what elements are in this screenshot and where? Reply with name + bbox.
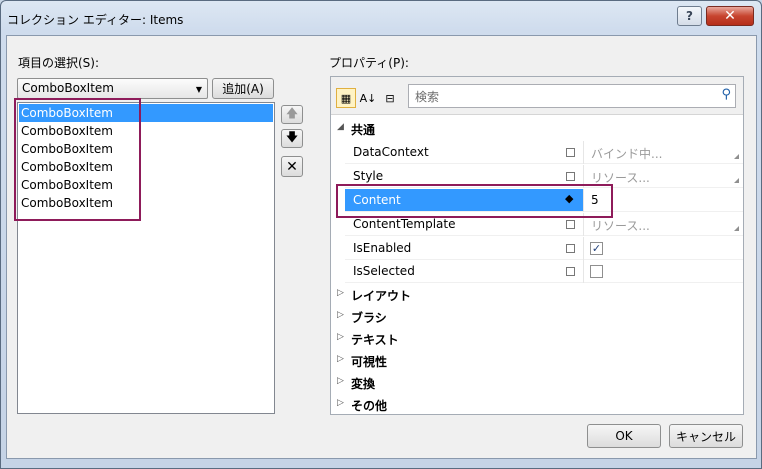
collapse-triangle-icon: ◢ <box>337 122 344 132</box>
value-corner-icon <box>734 178 739 183</box>
category-label: その他 <box>351 399 388 413</box>
property-name: ContentTemplate <box>353 217 456 231</box>
add-button[interactable]: 追加(A) <box>212 78 274 99</box>
expand-triangle-icon: ▷ <box>337 398 344 408</box>
category-brush[interactable]: ▷ ブラシ <box>331 306 743 328</box>
property-search-input[interactable]: 検索 ⚲ <box>408 84 736 108</box>
expand-triangle-icon: ▷ <box>337 354 344 364</box>
property-marker-icon[interactable] <box>566 267 575 276</box>
property-marker-icon[interactable] <box>566 172 575 181</box>
sort-alpha-icon[interactable]: A↓ <box>358 88 378 108</box>
column-separator <box>583 260 584 283</box>
isselected-checkbox[interactable] <box>590 265 603 278</box>
column-separator <box>583 141 584 164</box>
property-value[interactable]: バインド中... <box>591 145 662 162</box>
category-label: 共通 <box>351 123 376 137</box>
property-row-datacontext[interactable]: DataContext バインド中... <box>345 141 743 164</box>
move-up-button[interactable]: 🡅 <box>281 105 303 124</box>
category-common[interactable]: ◢ 共通 <box>331 118 743 140</box>
category-label: レイアウト <box>351 289 412 303</box>
property-name: IsSelected <box>353 264 415 278</box>
column-separator <box>583 237 584 260</box>
category-other[interactable]: ▷ その他 <box>331 394 743 416</box>
window-title: コレクション エディター: Items <box>7 13 184 27</box>
category-label: 変換 <box>351 377 376 391</box>
sort-source-icon[interactable]: ⊟ <box>380 88 400 108</box>
category-visibility[interactable]: ▷ 可視性 <box>331 350 743 372</box>
property-marker-icon[interactable] <box>566 148 575 157</box>
arrow-up-icon: 🡅 <box>285 106 299 120</box>
property-name: DataContext <box>353 145 429 159</box>
expand-triangle-icon: ▷ <box>337 376 344 386</box>
highlight-box-items <box>14 98 141 221</box>
item-type-combobox[interactable]: ComboBoxItem ▼ <box>17 78 208 99</box>
category-label: ブラシ <box>351 311 387 325</box>
property-row-isenabled[interactable]: IsEnabled ✓ <box>345 237 743 260</box>
close-button[interactable]: ✕ <box>706 6 754 26</box>
move-down-button[interactable]: 🡇 <box>281 129 303 148</box>
cancel-button[interactable]: キャンセル <box>669 424 743 448</box>
category-transform[interactable]: ▷ 変換 <box>331 372 743 394</box>
properties-label: プロパティ(P): <box>329 56 409 70</box>
property-value[interactable]: リソース... <box>591 217 650 234</box>
search-placeholder: 検索 <box>415 90 440 104</box>
expand-triangle-icon: ▷ <box>337 310 344 320</box>
property-toolbar: ▦ A↓ ⊟ 検索 ⚲ <box>331 77 743 115</box>
category-text[interactable]: ▷ テキスト <box>331 328 743 350</box>
item-selection-label: 項目の選択(S): <box>18 56 100 70</box>
help-button[interactable]: ? <box>677 6 702 26</box>
value-corner-icon <box>734 226 739 231</box>
search-icon: ⚲ <box>721 87 731 102</box>
category-label: テキスト <box>351 333 399 347</box>
combo-value: ComboBoxItem <box>22 81 114 95</box>
value-corner-icon <box>734 154 739 159</box>
chevron-down-icon: ▼ <box>195 85 202 94</box>
highlight-box-content <box>336 184 613 218</box>
arrow-down-icon: 🡇 <box>285 130 299 144</box>
expand-triangle-icon: ▷ <box>337 288 344 298</box>
property-marker-icon[interactable] <box>566 244 575 253</box>
isenabled-checkbox[interactable]: ✓ <box>590 242 603 255</box>
property-grid: ▦ A↓ ⊟ 検索 ⚲ ◢ 共通 DataContext バインド中... St… <box>330 76 744 415</box>
dialog-window: コレクション エディター: Items ? ✕ 項目の選択(S): ComboB… <box>0 0 762 469</box>
property-marker-icon[interactable] <box>566 220 575 229</box>
category-layout[interactable]: ▷ レイアウト <box>331 284 743 306</box>
ok-button[interactable]: OK <box>587 424 661 448</box>
property-name: Style <box>353 169 384 183</box>
expand-triangle-icon: ▷ <box>337 332 344 342</box>
categorize-icon[interactable]: ▦ <box>336 88 356 108</box>
delete-button[interactable]: ✕ <box>281 156 303 177</box>
property-row-isselected[interactable]: IsSelected <box>345 260 743 283</box>
category-label: 可視性 <box>351 355 388 369</box>
property-name: IsEnabled <box>353 241 412 255</box>
delete-x-icon: ✕ <box>286 158 298 175</box>
